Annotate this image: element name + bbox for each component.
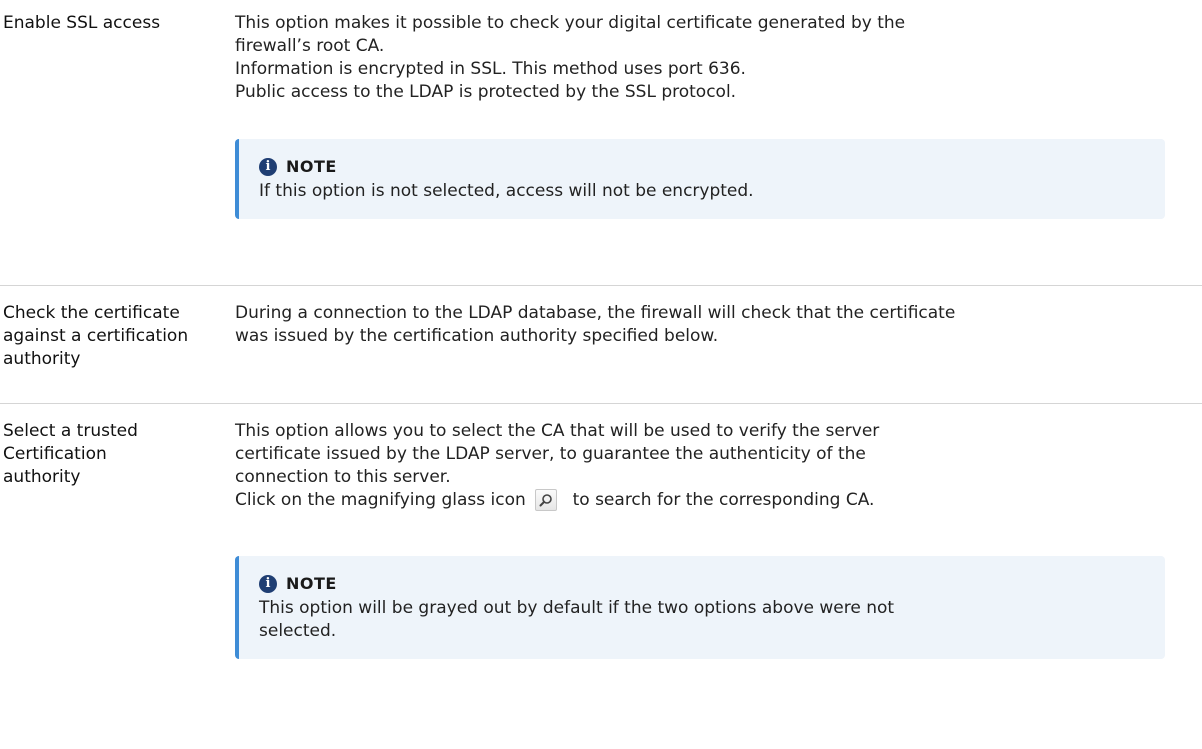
desc-line: firewall’s root CA. [235, 36, 385, 56]
term-check-certificate: Check the certificate against a certific… [0, 302, 235, 403]
term-line: Select a trusted [3, 421, 138, 441]
desc-line: This option allows you to select the CA … [235, 421, 880, 441]
desc-select-trusted-ca: This option allows you to select the CA … [235, 420, 1202, 749]
desc-line: certificate issued by the LDAP server, t… [235, 444, 866, 464]
term-line: against a certification [3, 326, 189, 346]
desc-line: was issued by the certification authorit… [235, 326, 719, 346]
note-title: NOTE [286, 157, 337, 176]
term-select-trusted-ca: Select a trusted Certification authority [0, 420, 235, 749]
desc-line: connection to this server. [235, 467, 451, 487]
desc-line: During a connection to the LDAP database… [235, 303, 956, 323]
note-title: NOTE [286, 574, 337, 593]
desc-line-with-icon: Click on the magnifying glass icon to se… [235, 489, 1182, 512]
note-box: i NOTE If this option is not selected, a… [235, 139, 1165, 219]
desc-line: This option makes it possible to check y… [235, 13, 906, 33]
info-icon: i [259, 157, 277, 176]
term-line: Certification [3, 444, 107, 464]
note-text: If this option is not selected, access w… [259, 181, 754, 201]
desc-check-certificate: During a connection to the LDAP database… [235, 302, 1202, 403]
row-check-certificate: Check the certificate against a certific… [0, 286, 1202, 404]
term-enable-ssl-access: Enable SSL access [0, 12, 235, 285]
desc-line: Information is encrypted in SSL. This me… [235, 59, 746, 79]
note-text: This option will be grayed out by defaul… [259, 597, 1145, 643]
note-line: selected. [259, 621, 337, 641]
row-enable-ssl-access: Enable SSL access This option makes it p… [0, 0, 1202, 286]
term-label: Enable SSL access [3, 13, 161, 33]
note-header: i NOTE [259, 155, 1145, 178]
magnifying-glass-icon [535, 489, 558, 511]
note-box: i NOTE This option will be grayed out by… [235, 556, 1165, 659]
note-line: This option will be grayed out by defaul… [259, 598, 895, 618]
options-table: Enable SSL access This option makes it p… [0, 0, 1202, 749]
term-line: authority [3, 467, 81, 487]
term-line: Check the certificate [3, 303, 180, 323]
term-line: authority [3, 349, 81, 369]
desc-enable-ssl-access: This option makes it possible to check y… [235, 12, 1202, 285]
row-select-trusted-ca: Select a trusted Certification authority… [0, 404, 1202, 749]
note-header: i NOTE [259, 572, 1145, 595]
icon-line-before: Click on the magnifying glass icon [235, 490, 526, 510]
desc-line: Public access to the LDAP is protected b… [235, 82, 737, 102]
icon-line-after: to search for the corresponding CA. [572, 490, 875, 510]
info-icon: i [259, 574, 277, 593]
